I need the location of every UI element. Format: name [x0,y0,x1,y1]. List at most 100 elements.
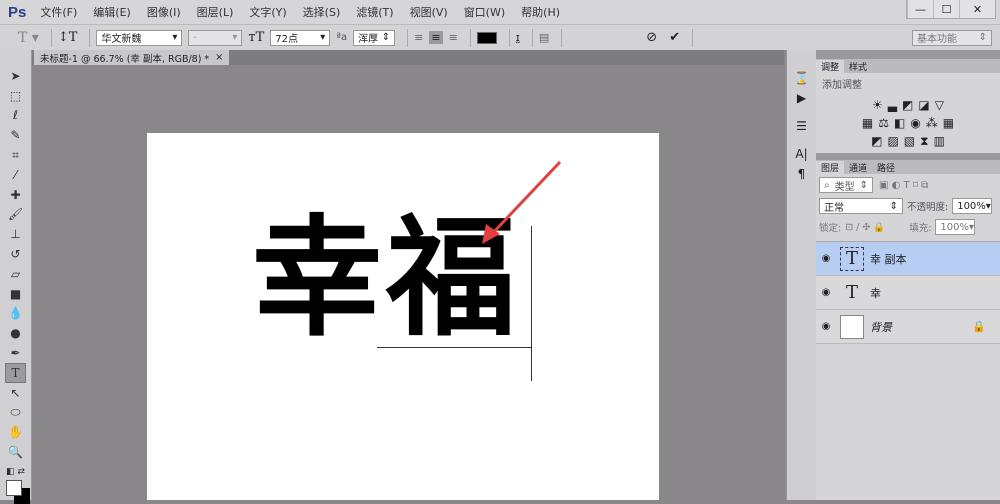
document-tab-bar: 未标题-1 @ 66.7% (幸 副本, RGB/8) * × [32,50,784,65]
healing-brush-tool-icon[interactable]: ✚ [0,185,31,205]
visibility-eye-icon[interactable]: ◉ [816,287,836,298]
levels-icon[interactable]: ▃ [888,98,897,112]
history-panel-icon[interactable]: ⌛ [787,68,816,88]
tab-adjustments[interactable]: 调整 [816,60,845,73]
menu-file[interactable]: 文件(F) [40,4,77,20]
text-baseline [377,347,532,348]
document-tab[interactable]: 未标题-1 @ 66.7% (幸 副本, RGB/8) * × [34,50,230,65]
close-tab-icon[interactable]: × [215,52,223,63]
type-tool-preset-icon[interactable]: T ▾ [18,30,39,46]
type-tool-icon[interactable]: T [5,362,26,383]
layer-filter-select[interactable]: ⌕ 类型 ⇕ [819,177,873,193]
menu-view[interactable]: 视图(V) [410,4,448,20]
foreground-color-swatch[interactable] [6,480,22,496]
eyedropper-tool-icon[interactable]: ⁄ [0,165,31,185]
font-family-select[interactable]: 华文新魏 ▾ [96,29,183,46]
antialias-select[interactable]: 浑厚 ⇕ [353,29,396,46]
properties-panel-icon[interactable]: ☰ [787,116,816,136]
posterize-icon[interactable]: ▨ [887,134,898,149]
channel-mixer-icon[interactable]: ⁂ [926,116,938,130]
tab-layers[interactable]: 图层 [816,161,845,174]
blend-mode-select[interactable]: 正常 ⇕ [819,198,903,214]
move-tool-icon[interactable]: ➤ [0,66,31,86]
blur-tool-icon[interactable]: 💧 [0,304,31,324]
workspace-select[interactable]: 基本功能 ⇕ [912,29,992,46]
menu-layer[interactable]: 图层(L) [197,4,234,20]
invert-icon[interactable]: ◩ [871,134,882,149]
menu-filter[interactable]: 滤镜(T) [356,4,393,20]
hand-tool-icon[interactable]: ✋ [0,422,31,442]
gradient-tool-icon[interactable]: ■ [0,284,31,304]
align-left-icon[interactable]: ≡ [414,31,423,44]
pen-tool-icon[interactable]: ✒ [0,343,31,363]
brush-tool-icon[interactable]: 🖌 [0,205,31,225]
tab-channels[interactable]: 通道 [844,161,872,174]
menu-select[interactable]: 选择(S) [303,4,341,20]
text-color-swatch[interactable] [476,31,497,44]
tab-paths[interactable]: 路径 [872,161,900,174]
layer-row[interactable]: ◉ 背景 🔒 [816,310,1000,344]
color-lookup-icon[interactable]: ▦ [943,116,954,130]
eraser-tool-icon[interactable]: ▱ [0,264,31,284]
paragraph-panel-icon[interactable]: ¶ [787,164,816,184]
hue-icon[interactable]: ▦ [862,116,873,130]
lasso-tool-icon[interactable]: ℓ [0,106,31,126]
document-canvas[interactable]: 幸福 [147,133,659,500]
toggle-orientation-icon[interactable]: ↕T [58,30,78,45]
dodge-tool-icon[interactable]: ● [0,323,31,343]
quick-select-tool-icon[interactable]: ✎ [0,125,31,145]
filter-icons[interactable]: ▣ ◐ T ⌑ ⧉ [879,180,928,191]
gradient-map-icon[interactable]: ▥ [934,134,945,149]
swap-colors-icon[interactable]: ◧ ⇄ [0,462,31,482]
layer-name: 幸 [870,286,881,300]
tab-styles[interactable]: 样式 [844,60,872,73]
ellipse-tool-icon[interactable]: ⬭ [0,403,31,423]
minimize-button[interactable]: — [907,0,933,18]
path-select-tool-icon[interactable]: ↖ [0,383,31,403]
text-cursor [531,226,532,381]
font-style-select[interactable]: - ▾ [188,29,243,46]
app-logo: Ps [8,3,27,21]
right-panels: 调整 样式 添加调整 ☀ ▃ ◩ ◪ ▽ ▦ ⚖ ◧ ◉ ⁂ ▦ ◩ ▨ ▧ ⧗ ▥ 图层 通道 路径 ⌕… [816,50,1000,500]
cancel-icon[interactable]: ⊘ [646,30,657,45]
zoom-tool-icon[interactable]: 🔍 [0,442,31,462]
crop-tool-icon[interactable]: ⌗ [0,145,31,165]
exposure-icon[interactable]: ◪ [918,98,929,112]
options-bar: T ▾ ↕T 华文新魏 ▾ - ▾ ᴛT 72点 ▾ ªa 浑厚 ⇕ ≡ ≡ ≡ ɪ̰ … [0,24,1000,50]
visibility-eye-icon[interactable]: ◉ [816,321,836,332]
character-panel-icon[interactable]: A| [787,144,816,164]
selective-color-icon[interactable]: ⧗ [920,134,928,149]
layer-row[interactable]: ◉ T 幸 副本 [816,242,1000,276]
stamp-tool-icon[interactable]: ⊥ [0,224,31,244]
actions-panel-icon[interactable]: ▶ [787,88,816,108]
commit-icon[interactable]: ✔ [669,30,680,45]
opacity-input[interactable]: 100% ▾ [952,198,993,214]
canvas-text[interactable]: 幸福 [252,213,520,343]
visibility-eye-icon[interactable]: ◉ [816,253,836,264]
photo-filter-icon[interactable]: ◉ [910,116,920,130]
marquee-tool-icon[interactable]: ⬚ [0,86,31,106]
warp-text-icon[interactable]: ɪ̰ [516,31,520,44]
history-brush-tool-icon[interactable]: ↺ [0,244,31,264]
layer-row[interactable]: ◉ T 幸 [816,276,1000,310]
lock-label: 锁定: [819,223,842,234]
fill-input[interactable]: 100% ▾ [935,219,976,235]
vibrance-icon[interactable]: ▽ [935,98,944,112]
brightness-icon[interactable]: ☀ [872,98,883,112]
color-balance-icon[interactable]: ⚖ [878,116,889,130]
align-center-icon[interactable]: ≡ [429,31,443,44]
align-right-icon[interactable]: ≡ [449,31,458,44]
curves-icon[interactable]: ◩ [902,98,913,112]
black-white-icon[interactable]: ◧ [894,116,905,130]
menu-edit[interactable]: 编辑(E) [93,4,131,20]
close-button[interactable]: ✕ [959,0,995,18]
menu-image[interactable]: 图像(I) [147,4,181,20]
font-size-select[interactable]: 72点 ▾ [270,29,331,46]
character-panel-icon[interactable]: ▤ [539,31,549,44]
lock-icons[interactable]: ⊡ ∕ ✣ 🔒 [845,222,885,233]
menu-help[interactable]: 帮助(H) [521,4,560,20]
menu-window[interactable]: 窗口(W) [464,4,505,20]
maximize-button[interactable]: ☐ [933,0,959,18]
menu-type[interactable]: 文字(Y) [249,4,286,20]
threshold-icon[interactable]: ▧ [904,134,915,149]
